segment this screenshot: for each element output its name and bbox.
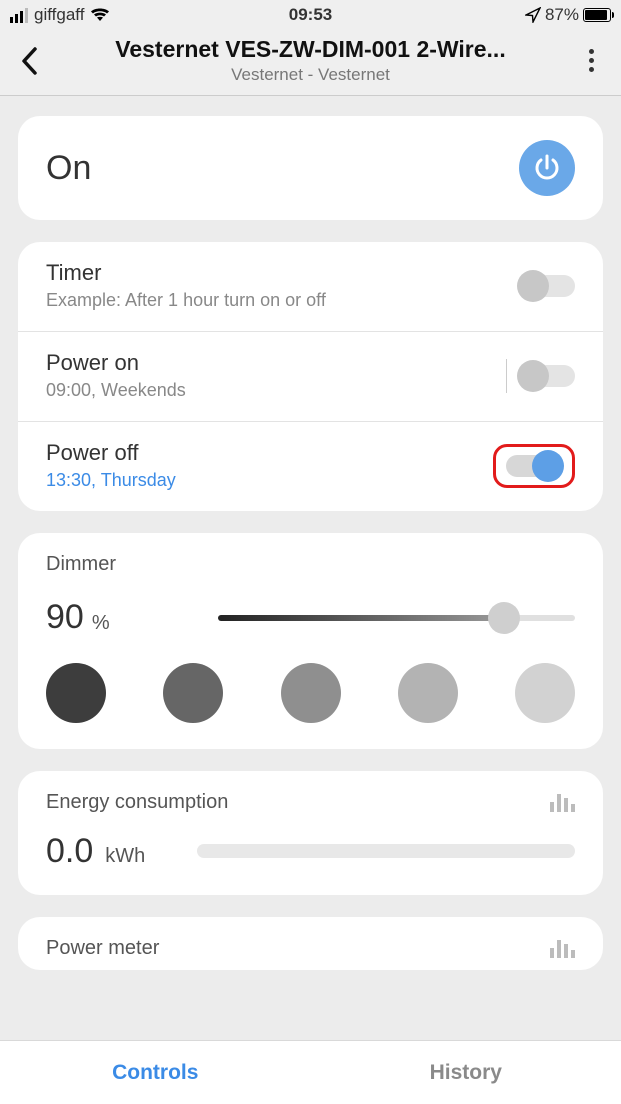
wifi-icon [90, 8, 110, 22]
power-off-title: Power off [46, 440, 176, 466]
dimmer-preset-3[interactable] [281, 663, 341, 723]
chart-icon [550, 940, 575, 958]
clock: 09:53 [289, 5, 332, 25]
page-subtitle: Vesternet - Vesternet [50, 65, 571, 85]
dimmer-preset-2[interactable] [163, 663, 223, 723]
timer-title: Timer [46, 260, 326, 286]
signal-icon [10, 8, 28, 23]
dimmer-slider[interactable] [218, 602, 575, 634]
dimmer-preset-4[interactable] [398, 663, 458, 723]
power-off-sub: 13:30, Thursday [46, 470, 176, 491]
content-scroll[interactable]: On Timer Example: After 1 hour turn on o… [0, 96, 621, 1036]
tab-bar: Controls History [0, 1040, 621, 1104]
energy-bar [197, 844, 575, 858]
dimmer-preset-1[interactable] [46, 663, 106, 723]
power-off-toggle[interactable] [506, 455, 562, 477]
divider [506, 359, 507, 393]
dimmer-card: Dimmer 90 % [18, 533, 603, 749]
power-off-row[interactable]: Power off 13:30, Thursday [18, 422, 603, 511]
dimmer-value: 90 [46, 598, 84, 637]
power-icon [532, 153, 562, 183]
power-state-label: On [46, 149, 91, 188]
power-on-title: Power on [46, 350, 186, 376]
power-meter-card[interactable]: Power meter [18, 917, 603, 970]
timer-sub: Example: After 1 hour turn on or off [46, 290, 326, 311]
app-header: Vesternet VES-ZW-DIM-001 2-Wire... Veste… [0, 30, 621, 96]
power-on-row[interactable]: Power on 09:00, Weekends [18, 332, 603, 422]
power-state-card: On [18, 116, 603, 220]
battery-pct: 87% [545, 5, 579, 25]
highlight-annotation [493, 444, 575, 488]
energy-unit: kWh [105, 845, 145, 868]
dimmer-preset-5[interactable] [515, 663, 575, 723]
energy-label: Energy consumption [46, 791, 228, 814]
schedule-card: Timer Example: After 1 hour turn on or o… [18, 242, 603, 511]
timer-toggle[interactable] [519, 275, 575, 297]
battery-icon [583, 8, 611, 22]
dimmer-unit: % [92, 612, 110, 635]
power-button[interactable] [519, 140, 575, 196]
dimmer-presets [46, 663, 575, 723]
slider-track [218, 615, 575, 621]
power-on-toggle[interactable] [519, 365, 575, 387]
status-bar: giffgaff 09:53 87% [0, 0, 621, 30]
page-title: Vesternet VES-ZW-DIM-001 2-Wire... [71, 36, 551, 63]
energy-card[interactable]: Energy consumption 0.0 kWh [18, 771, 603, 895]
chart-icon [550, 794, 575, 812]
location-icon [525, 7, 541, 23]
energy-value: 0.0 [46, 832, 93, 871]
more-vertical-icon [589, 49, 594, 72]
power-on-sub: 09:00, Weekends [46, 380, 186, 401]
chevron-left-icon [21, 47, 39, 75]
timer-row[interactable]: Timer Example: After 1 hour turn on or o… [18, 242, 603, 332]
dimmer-label: Dimmer [46, 553, 575, 576]
tab-history[interactable]: History [311, 1041, 621, 1104]
carrier-label: giffgaff [34, 5, 84, 25]
slider-knob[interactable] [488, 602, 520, 634]
power-meter-label: Power meter [46, 937, 159, 960]
tab-controls[interactable]: Controls [0, 1041, 311, 1104]
more-button[interactable] [571, 41, 611, 81]
back-button[interactable] [10, 41, 50, 81]
